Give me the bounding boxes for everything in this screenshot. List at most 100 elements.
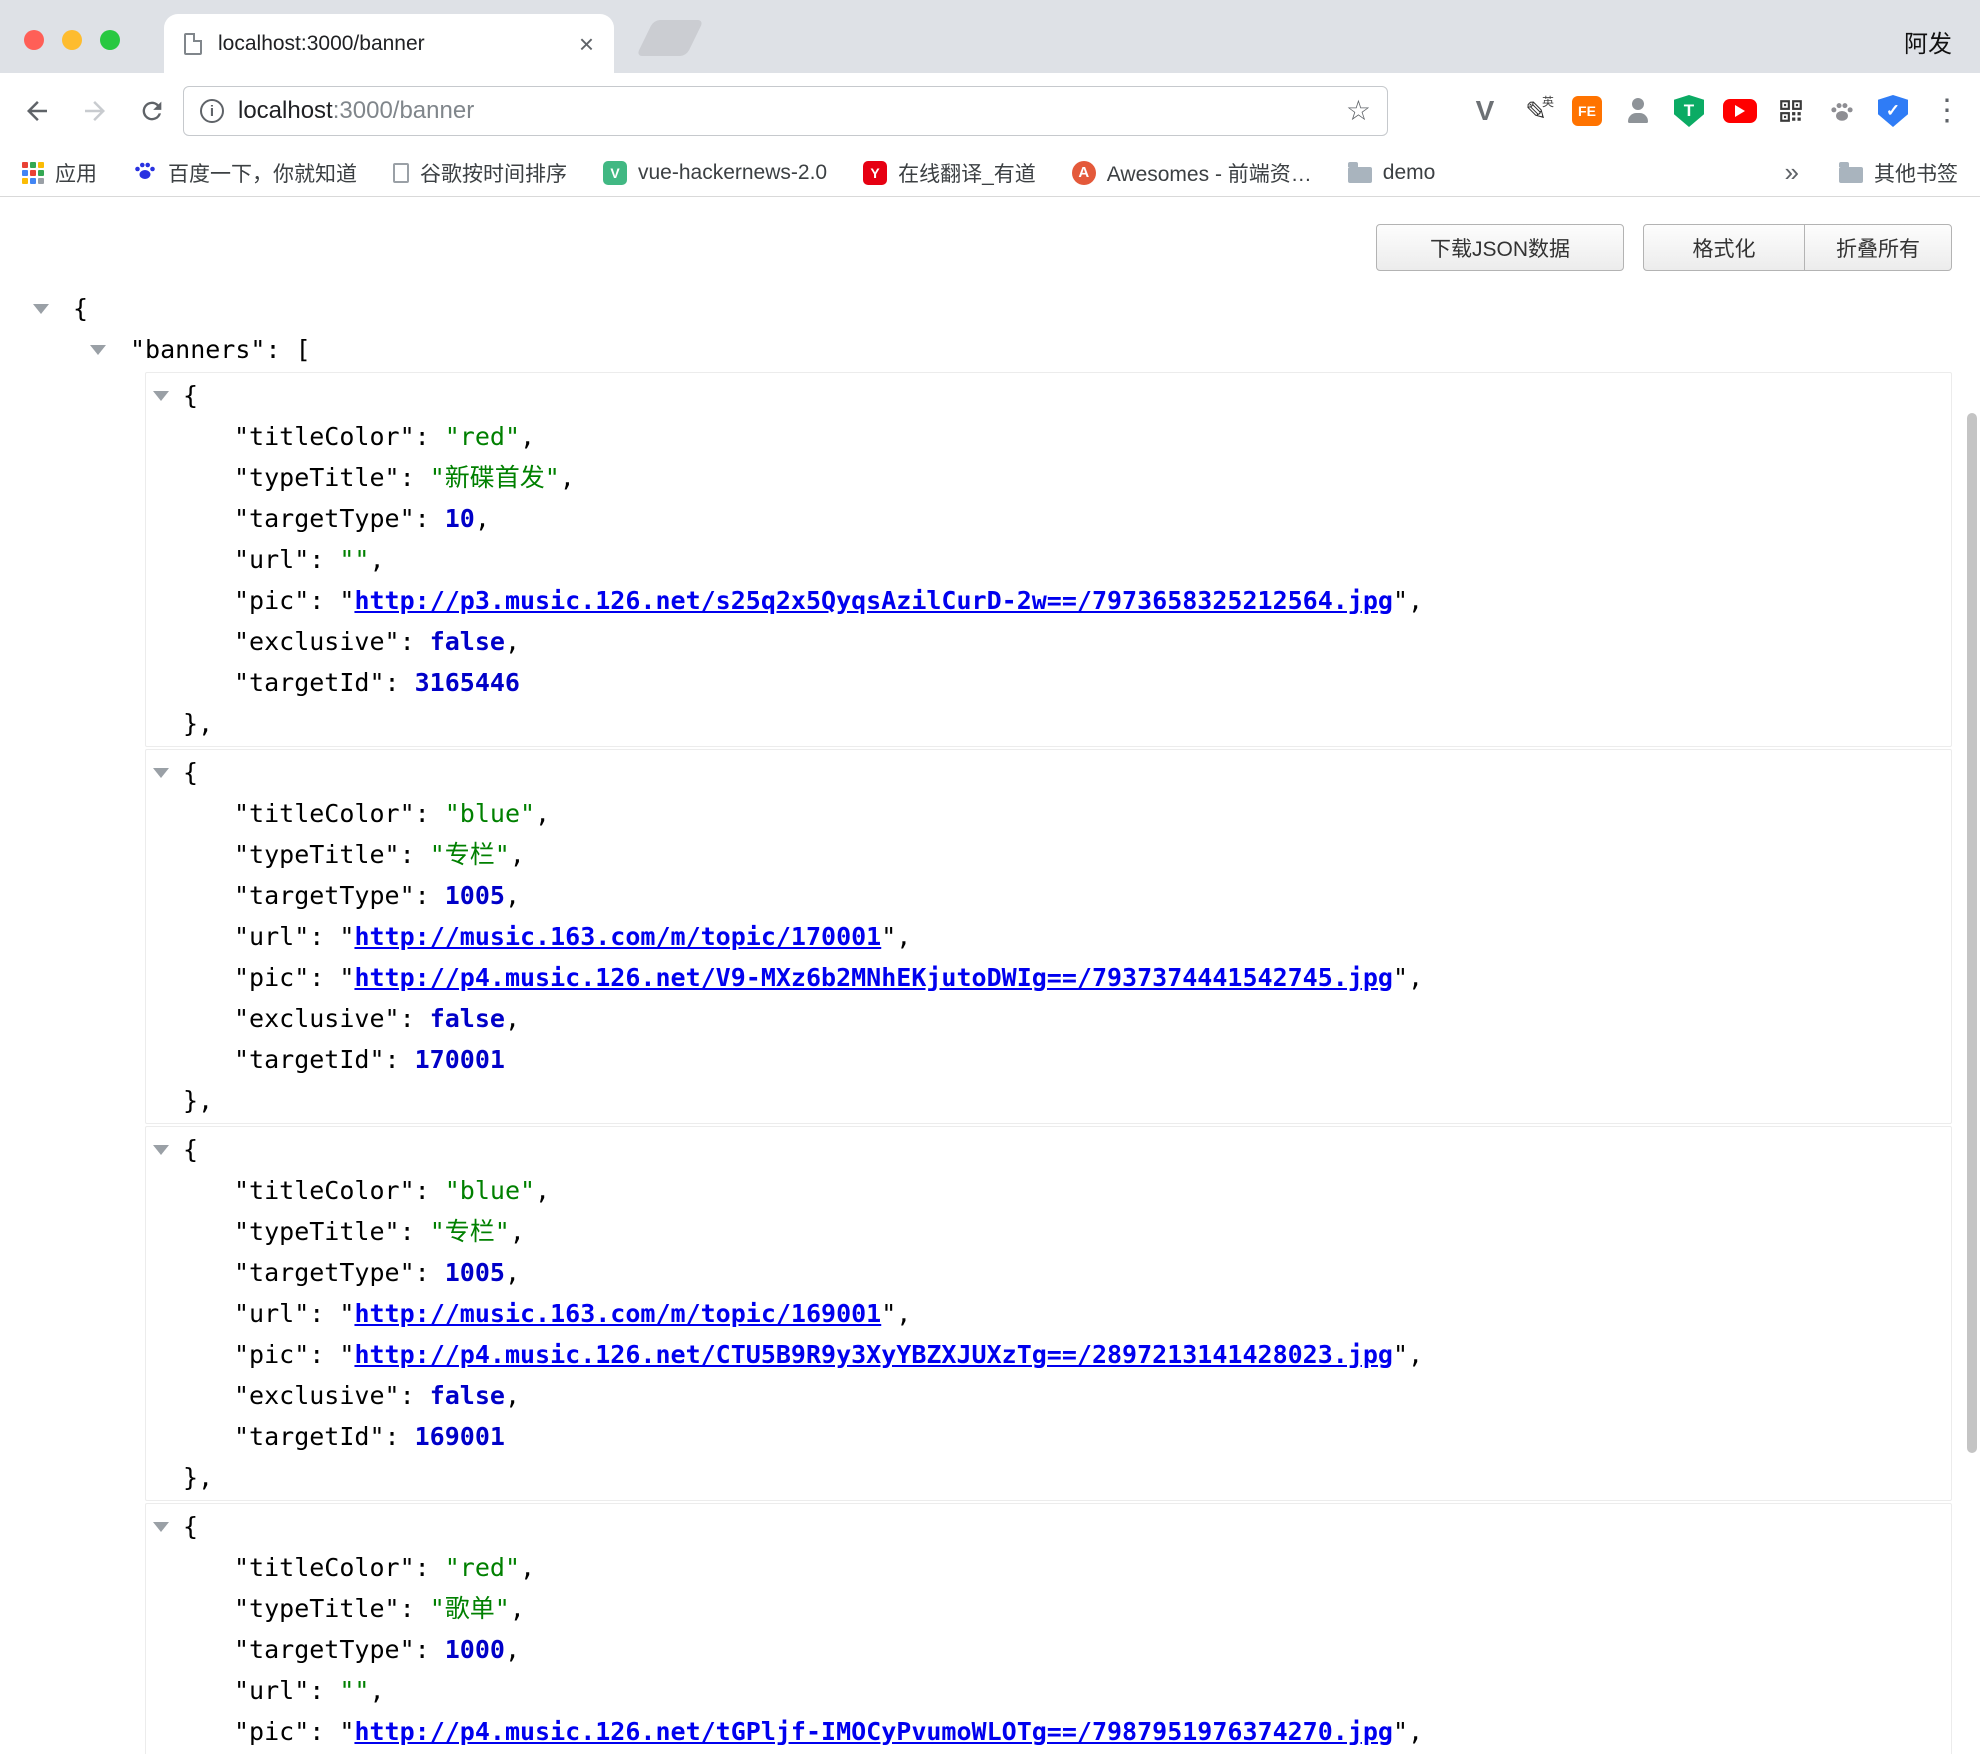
collapse-toggle-icon[interactable] xyxy=(153,1522,169,1532)
download-json-button[interactable]: 下载JSON数据 xyxy=(1376,224,1624,271)
json-property-line: "typeTitle": "歌单", xyxy=(146,1588,1951,1629)
bookmark-star-icon[interactable]: ☆ xyxy=(1346,97,1371,125)
awesomes-icon: A xyxy=(1072,161,1096,185)
octotree-person-extension-icon[interactable] xyxy=(1620,93,1656,129)
page-content: 下载JSON数据 格式化 折叠所有 {"banners": [{"titleCo… xyxy=(0,198,1980,1754)
json-punctuation: : xyxy=(415,881,445,910)
bookmark-apps[interactable]: 应用 xyxy=(22,158,97,188)
other-bookmarks[interactable]: 其他书签 xyxy=(1839,158,1958,188)
json-key: "pic" xyxy=(234,1717,309,1746)
chrome-menu-icon[interactable]: ⋮ xyxy=(1926,96,1968,126)
json-punctuation: , xyxy=(369,545,384,574)
json-punctuation: : xyxy=(415,1258,445,1287)
json-number-value: 1005 xyxy=(445,1258,505,1287)
json-punctuation: " xyxy=(1393,586,1408,615)
json-string-value: "新碟首发" xyxy=(430,463,560,492)
fehelper-extension-icon[interactable]: FE xyxy=(1569,93,1605,129)
json-object-close-line: }, xyxy=(146,1080,1951,1121)
json-property-line: "targetType": 10, xyxy=(146,498,1951,539)
json-key: "titleColor" xyxy=(234,1553,415,1582)
folder-icon xyxy=(1839,167,1863,183)
minimize-window-button[interactable] xyxy=(62,30,82,50)
bookmark-vue-hackernews[interactable]: V vue-hackernews-2.0 xyxy=(603,161,827,185)
page-info-icon[interactable]: i xyxy=(200,99,224,123)
json-key: "targetType" xyxy=(234,881,415,910)
json-punctuation: , xyxy=(1408,963,1423,992)
json-punctuation: , xyxy=(535,1176,550,1205)
browser-tab[interactable]: localhost:3000/banner × xyxy=(164,14,614,73)
json-url-link[interactable]: http://p4.music.126.net/CTU5B9R9y3XyYBZX… xyxy=(354,1340,1393,1369)
back-icon[interactable] xyxy=(22,96,52,126)
json-object-box: {"titleColor": "red","typeTitle": "歌单","… xyxy=(145,1503,1952,1754)
new-tab-button[interactable] xyxy=(636,20,704,56)
json-punctuation: , xyxy=(505,1258,520,1287)
json-boolean-value: false xyxy=(430,1004,505,1033)
json-key: "pic" xyxy=(234,1340,309,1369)
window-controls xyxy=(24,30,120,50)
collapse-all-button[interactable]: 折叠所有 xyxy=(1804,224,1952,271)
tampermonkey-shield-extension-icon[interactable]: T xyxy=(1671,93,1707,129)
collapse-toggle-icon[interactable] xyxy=(153,768,169,778)
vertical-scrollbar[interactable] xyxy=(1967,413,1977,1453)
json-punctuation: }, xyxy=(183,1086,213,1115)
youtube-extension-icon[interactable] xyxy=(1722,93,1758,129)
json-boolean-value: false xyxy=(430,1381,505,1410)
collapse-toggle-icon[interactable] xyxy=(33,304,49,314)
json-url-link[interactable]: http://p4.music.126.net/tGPljf-IMOCyPvum… xyxy=(354,1717,1393,1746)
paw-extension-icon[interactable] xyxy=(1824,93,1860,129)
json-punctuation: " xyxy=(339,922,354,951)
json-key: "typeTitle" xyxy=(234,463,400,492)
json-viewer-actions: 下载JSON数据 格式化 折叠所有 xyxy=(1376,224,1952,271)
format-button[interactable]: 格式化 xyxy=(1643,224,1805,271)
collapse-toggle-icon[interactable] xyxy=(153,1145,169,1155)
bookmarks-overflow-chevron-icon[interactable]: » xyxy=(1785,157,1799,188)
json-punctuation: , xyxy=(510,1594,525,1623)
reload-icon[interactable] xyxy=(138,97,166,125)
forward-icon[interactable] xyxy=(80,96,110,126)
url-text[interactable]: localhost:3000/banner xyxy=(238,97,474,125)
json-punctuation: , xyxy=(535,799,550,828)
profile-name[interactable]: 阿发 xyxy=(1904,24,1952,59)
json-punctuation: : xyxy=(309,586,339,615)
bookmark-label: 应用 xyxy=(55,158,97,188)
json-url-link[interactable]: http://music.163.com/m/topic/170001 xyxy=(354,922,881,951)
tab-strip: localhost:3000/banner × 阿发 xyxy=(0,0,1980,73)
translate-pen-extension-icon[interactable]: ✎英 xyxy=(1518,93,1554,129)
qrcode-extension-icon[interactable] xyxy=(1773,93,1809,129)
bookmark-demo-folder[interactable]: demo xyxy=(1348,161,1436,185)
json-property-line: "targetType": 1005, xyxy=(146,1252,1951,1293)
json-url-link[interactable]: http://p3.music.126.net/s25q2x5QyqsAzilC… xyxy=(354,586,1393,615)
json-punctuation: : xyxy=(309,545,339,574)
bookmark-youdao-translate[interactable]: Y 在线翻译_有道 xyxy=(863,158,1036,188)
json-punctuation: : xyxy=(400,463,430,492)
json-property-line: "titleColor": "red", xyxy=(146,416,1951,457)
json-punctuation: " xyxy=(1393,1717,1408,1746)
json-object-close-line: }, xyxy=(146,703,1951,744)
json-url-link[interactable]: http://p4.music.126.net/V9-MXz6b2MNhEKju… xyxy=(354,963,1393,992)
collapse-toggle-icon[interactable] xyxy=(153,391,169,401)
vimium-extension-icon[interactable]: V xyxy=(1467,93,1503,129)
tab-close-icon[interactable]: × xyxy=(579,31,594,57)
url-path: :3000/banner xyxy=(333,97,474,124)
bookmark-baidu[interactable]: 百度一下，你就知道 xyxy=(133,158,357,188)
json-punctuation: , xyxy=(520,422,535,451)
collapse-toggle-icon[interactable] xyxy=(90,345,106,355)
close-window-button[interactable] xyxy=(24,30,44,50)
json-key: "exclusive" xyxy=(234,1381,400,1410)
json-object-open-line: { xyxy=(146,1506,1951,1547)
json-boolean-value: false xyxy=(430,627,505,656)
json-string-value: "歌单" xyxy=(430,1594,510,1623)
zoom-window-button[interactable] xyxy=(100,30,120,50)
json-property-line: "url": "", xyxy=(146,539,1951,580)
bookmark-label: Awesomes - 前端资… xyxy=(1107,158,1312,188)
bookmark-google-sort[interactable]: 谷歌按时间排序 xyxy=(393,158,567,188)
json-punctuation: : xyxy=(415,1553,445,1582)
vue-icon: V xyxy=(603,161,627,185)
json-punctuation: : xyxy=(415,799,445,828)
json-key: "typeTitle" xyxy=(234,840,400,869)
json-url-link[interactable]: http://music.163.com/m/topic/169001 xyxy=(354,1299,881,1328)
bookmark-awesomes[interactable]: A Awesomes - 前端资… xyxy=(1072,158,1312,188)
bookmark-label: 在线翻译_有道 xyxy=(898,158,1036,188)
security-shield-extension-icon[interactable]: ✓ xyxy=(1875,93,1911,129)
address-bar[interactable]: i localhost:3000/banner ☆ xyxy=(183,86,1388,136)
